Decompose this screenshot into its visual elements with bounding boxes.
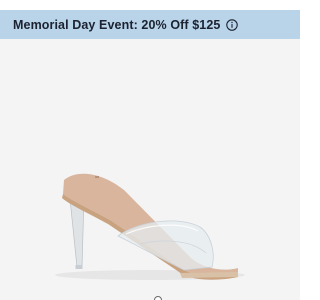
product-image	[55, 173, 245, 280]
info-circle-icon[interactable]	[225, 18, 239, 32]
carousel-dot-icon[interactable]	[154, 296, 162, 300]
promo-banner-label: Memorial Day Event: 20% Off $125	[13, 17, 221, 32]
top-bar	[0, 0, 300, 10]
product-image-area[interactable]	[0, 39, 300, 300]
promo-banner[interactable]: Memorial Day Event: 20% Off $125	[0, 10, 300, 39]
product-page: Memorial Day Event: 20% Off $125	[0, 0, 300, 300]
